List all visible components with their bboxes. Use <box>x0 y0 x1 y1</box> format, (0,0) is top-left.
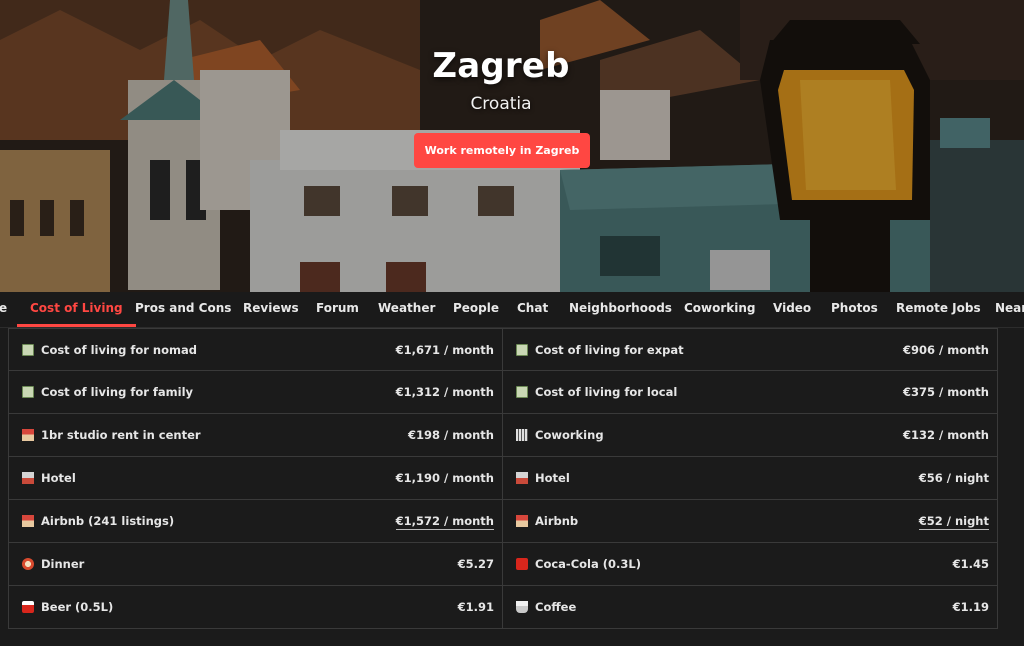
hotel-icon <box>516 472 528 484</box>
tab-people[interactable]: People <box>453 292 499 327</box>
cost-label: Hotel <box>535 471 570 485</box>
tab-reviews[interactable]: Reviews <box>243 292 299 327</box>
cost-label: Cost of living for local <box>535 385 678 399</box>
cost-label: Coffee <box>535 600 577 614</box>
tab-chat[interactable]: Chat <box>517 292 548 327</box>
cost-label: Cost of living for family <box>41 385 194 399</box>
coffee-cup-icon <box>516 601 528 613</box>
cost-value: €198 / month <box>408 428 494 442</box>
cost-value: €56 / night <box>918 471 989 485</box>
tab-photos[interactable]: Photos <box>831 292 878 327</box>
cost-value: €906 / month <box>903 343 989 357</box>
money-icon <box>516 386 528 398</box>
cost-row-local: Cost of living for local €375 / month <box>502 371 998 414</box>
airbnb-month-link[interactable]: €1,572 / month <box>395 514 494 530</box>
house-icon <box>22 515 34 527</box>
dinner-plate-icon <box>22 558 34 570</box>
beer-icon <box>22 601 34 613</box>
cost-value: €1,190 / month <box>395 471 494 485</box>
work-remotely-button[interactable]: Work remotely in Zagreb <box>414 133 590 168</box>
cost-row-family: Cost of living for family €1,312 / month <box>8 371 503 414</box>
cost-label: Cost of living for nomad <box>41 343 197 357</box>
cost-value: €1.45 <box>952 557 989 571</box>
cost-of-living-table: Cost of living for nomad €1,671 / month … <box>8 328 998 632</box>
tab-coworking[interactable]: Coworking <box>684 292 756 327</box>
cost-row-hotel-month: Hotel €1,190 / month <box>8 457 503 500</box>
tab-forum[interactable]: Forum <box>316 292 359 327</box>
cost-row-expat: Cost of living for expat €906 / month <box>502 328 998 371</box>
cost-row-airbnb-night: Airbnb €52 / night <box>502 500 998 543</box>
cost-label: Beer (0.5L) <box>41 600 114 614</box>
hotel-icon <box>22 472 34 484</box>
house-icon <box>516 515 528 527</box>
cost-row-hotel-night: Hotel €56 / night <box>502 457 998 500</box>
hero-banner: Zagreb Croatia Work remotely in Zagreb <box>0 0 1024 292</box>
tab-video[interactable]: Video <box>773 292 811 327</box>
tab-cost-of-living[interactable]: Cost of Living <box>17 292 136 327</box>
cost-row-airbnb-month: Airbnb (241 listings) €1,572 / month <box>8 500 503 543</box>
cost-label: Coca-Cola (0.3L) <box>535 557 641 571</box>
city-title: Zagreb <box>432 46 570 86</box>
country-subtitle: Croatia <box>470 94 532 114</box>
cost-label: Cost of living for expat <box>535 343 684 357</box>
money-icon <box>22 386 34 398</box>
money-icon <box>22 344 34 356</box>
money-icon <box>516 344 528 356</box>
cola-cup-icon <box>516 558 528 570</box>
cost-row-studio-rent: 1br studio rent in center €198 / month <box>8 414 503 457</box>
tab-neighborhoods[interactable]: Neighborhoods <box>569 292 672 327</box>
tab-weather[interactable]: Weather <box>378 292 435 327</box>
cost-label: Hotel <box>41 471 76 485</box>
tab-nearby-partial[interactable]: Near <box>995 292 1024 327</box>
cost-label: 1br studio rent in center <box>41 428 201 442</box>
cost-label: Coworking <box>535 428 604 442</box>
cost-value: €132 / month <box>903 428 989 442</box>
tab-pros-and-cons[interactable]: Pros and Cons <box>135 292 231 327</box>
cost-value: €5.27 <box>457 557 494 571</box>
house-icon <box>22 429 34 441</box>
cost-value: €375 / month <box>903 385 989 399</box>
tab-remote-jobs[interactable]: Remote Jobs <box>896 292 981 327</box>
cost-row-coffee: Coffee €1.19 <box>502 586 998 629</box>
office-building-icon <box>516 429 528 441</box>
cost-row-beer: Beer (0.5L) €1.91 <box>8 586 503 629</box>
cost-row-coworking: Coworking €132 / month <box>502 414 998 457</box>
cost-row-nomad: Cost of living for nomad €1,671 / month <box>8 328 503 371</box>
cost-row-dinner: Dinner €5.27 <box>8 543 503 586</box>
section-tabs: e Cost of Living Pros and Cons Reviews F… <box>0 292 1024 328</box>
cost-row-coca-cola: Coca-Cola (0.3L) €1.45 <box>502 543 998 586</box>
cost-label: Airbnb <box>535 514 579 528</box>
cost-value: €1.19 <box>952 600 989 614</box>
tab-partial-left[interactable]: e <box>0 292 7 327</box>
cost-label: Dinner <box>41 557 85 571</box>
airbnb-night-link[interactable]: €52 / night <box>918 514 989 530</box>
cost-value: €1,671 / month <box>395 343 494 357</box>
cost-label: Airbnb (241 listings) <box>41 514 175 528</box>
cost-value: €1.91 <box>457 600 494 614</box>
cost-value: €1,312 / month <box>395 385 494 399</box>
